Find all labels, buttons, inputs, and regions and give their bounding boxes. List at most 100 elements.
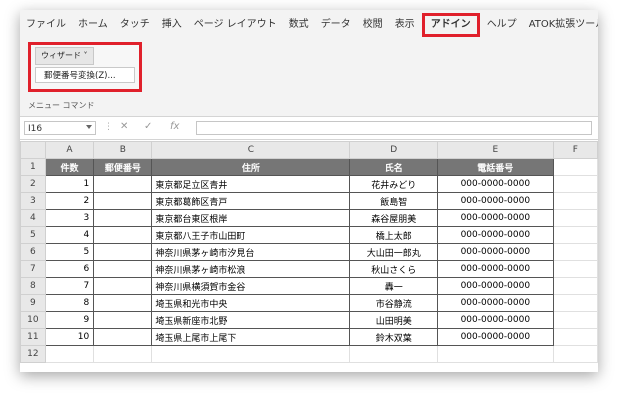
cell[interactable]: 8 bbox=[44, 294, 95, 312]
cell[interactable]: 埼玉県和光市中央 bbox=[151, 294, 351, 312]
header-cell[interactable]: 住所 bbox=[151, 158, 351, 176]
select-all[interactable] bbox=[20, 141, 46, 159]
cell[interactable]: 山田明美 bbox=[349, 311, 439, 329]
tab-data[interactable]: データ bbox=[315, 16, 357, 34]
cell[interactable] bbox=[93, 226, 153, 244]
row-header[interactable]: 3 bbox=[20, 192, 46, 210]
cell[interactable] bbox=[552, 192, 598, 210]
cell[interactable]: 5 bbox=[44, 243, 95, 261]
row-header[interactable]: 10 bbox=[20, 311, 46, 329]
cell[interactable] bbox=[93, 328, 153, 346]
cell[interactable] bbox=[437, 345, 554, 363]
row-header[interactable]: 8 bbox=[20, 277, 46, 295]
cell[interactable] bbox=[93, 311, 153, 329]
tab-touch[interactable]: タッチ bbox=[114, 16, 156, 34]
cell[interactable]: 000-0000-0000 bbox=[437, 243, 554, 261]
row-header[interactable]: 7 bbox=[20, 260, 46, 278]
cell[interactable]: 埼玉県上尾市上尾下 bbox=[151, 328, 351, 346]
cell[interactable]: 000-0000-0000 bbox=[437, 175, 554, 193]
cell[interactable]: 000-0000-0000 bbox=[437, 260, 554, 278]
cell[interactable] bbox=[552, 260, 598, 278]
cell[interactable]: 10 bbox=[44, 328, 95, 346]
cell[interactable]: 000-0000-0000 bbox=[437, 192, 554, 210]
cell[interactable] bbox=[93, 260, 153, 278]
header-cell[interactable]: 郵便番号 bbox=[93, 158, 153, 176]
cell[interactable] bbox=[93, 192, 153, 210]
cell[interactable]: 6 bbox=[44, 260, 95, 278]
row-header[interactable]: 4 bbox=[20, 209, 46, 227]
cell[interactable] bbox=[93, 277, 153, 295]
cell[interactable] bbox=[93, 345, 153, 363]
cell[interactable]: 神奈川県茅ヶ崎市松浪 bbox=[151, 260, 351, 278]
cell[interactable] bbox=[552, 328, 598, 346]
cell[interactable] bbox=[552, 243, 598, 261]
tab-atok[interactable]: ATOK拡張ツール bbox=[523, 16, 598, 34]
cell[interactable] bbox=[552, 294, 598, 312]
cell[interactable]: 000-0000-0000 bbox=[437, 328, 554, 346]
tab-addins[interactable]: アドイン bbox=[421, 13, 480, 37]
cell[interactable]: 飯島智 bbox=[349, 192, 439, 210]
cell[interactable]: 東京都台東区根岸 bbox=[151, 209, 351, 227]
cell[interactable] bbox=[93, 209, 153, 227]
chevron-down-icon[interactable] bbox=[86, 125, 92, 129]
tab-help[interactable]: ヘルプ bbox=[481, 16, 523, 34]
row-header[interactable]: 5 bbox=[20, 226, 46, 244]
header-cell[interactable]: 電話番号 bbox=[437, 158, 554, 176]
formula-input[interactable] bbox=[196, 121, 592, 135]
cell[interactable]: 森谷屋朋美 bbox=[349, 209, 439, 227]
enter-icon[interactable]: ✓ bbox=[144, 121, 152, 132]
cell[interactable]: 東京都足立区青井 bbox=[151, 175, 351, 193]
cell[interactable] bbox=[552, 277, 598, 295]
row-header[interactable]: 9 bbox=[20, 294, 46, 312]
cell[interactable]: 7 bbox=[44, 277, 95, 295]
cell[interactable] bbox=[151, 345, 351, 363]
cell[interactable]: 鈴木双葉 bbox=[349, 328, 439, 346]
cell[interactable] bbox=[552, 158, 598, 176]
cell[interactable]: 000-0000-0000 bbox=[437, 277, 554, 295]
cell[interactable]: 神奈川県横須賀市金谷 bbox=[151, 277, 351, 295]
col-header-f[interactable]: F bbox=[552, 141, 598, 159]
postal-convert-menu-item[interactable]: 郵便番号変換(Z)... bbox=[35, 67, 135, 83]
tab-insert[interactable]: 挿入 bbox=[156, 16, 188, 34]
cell[interactable]: 秋山さくら bbox=[349, 260, 439, 278]
cell[interactable]: 神奈川県茅ヶ崎市汐見台 bbox=[151, 243, 351, 261]
cell[interactable]: 000-0000-0000 bbox=[437, 209, 554, 227]
cell[interactable]: 1 bbox=[44, 175, 95, 193]
tab-home[interactable]: ホーム bbox=[72, 16, 114, 34]
col-header-d[interactable]: D bbox=[349, 141, 439, 159]
header-cell[interactable]: 件数 bbox=[44, 158, 95, 176]
cell[interactable]: 橋上太郎 bbox=[349, 226, 439, 244]
cell[interactable]: 000-0000-0000 bbox=[437, 311, 554, 329]
cell[interactable]: 東京都葛飾区青戸 bbox=[151, 192, 351, 210]
col-header-a[interactable]: A bbox=[44, 141, 95, 159]
fx-icon[interactable]: fx bbox=[170, 121, 179, 132]
row-header[interactable]: 11 bbox=[20, 328, 46, 346]
cell[interactable]: 3 bbox=[44, 209, 95, 227]
cell[interactable] bbox=[93, 294, 153, 312]
cell[interactable]: 000-0000-0000 bbox=[437, 226, 554, 244]
col-header-e[interactable]: E bbox=[437, 141, 554, 159]
cell[interactable]: 花井みどり bbox=[349, 175, 439, 193]
col-header-b[interactable]: B bbox=[93, 141, 153, 159]
cell[interactable] bbox=[349, 345, 439, 363]
cell[interactable]: 埼玉県新座市北野 bbox=[151, 311, 351, 329]
row-header[interactable]: 12 bbox=[20, 345, 46, 363]
row-header[interactable]: 2 bbox=[20, 175, 46, 193]
tab-view[interactable]: 表示 bbox=[389, 16, 421, 34]
cell[interactable]: 2 bbox=[44, 192, 95, 210]
cell[interactable]: 東京都八王子市山田町 bbox=[151, 226, 351, 244]
cell[interactable] bbox=[93, 175, 153, 193]
tab-review[interactable]: 校閲 bbox=[357, 16, 389, 34]
tab-page-layout[interactable]: ページ レイアウト bbox=[188, 16, 283, 34]
cell[interactable] bbox=[44, 345, 95, 363]
cell[interactable]: 000-0000-0000 bbox=[437, 294, 554, 312]
cell[interactable]: 9 bbox=[44, 311, 95, 329]
cell[interactable] bbox=[552, 226, 598, 244]
cancel-icon[interactable]: ✕ bbox=[120, 121, 128, 132]
cell[interactable]: 轟一 bbox=[349, 277, 439, 295]
col-header-c[interactable]: C bbox=[151, 141, 351, 159]
tab-formulas[interactable]: 数式 bbox=[283, 16, 315, 34]
cell[interactable] bbox=[93, 243, 153, 261]
tab-file[interactable]: ファイル bbox=[20, 16, 72, 34]
cell[interactable] bbox=[552, 345, 598, 363]
